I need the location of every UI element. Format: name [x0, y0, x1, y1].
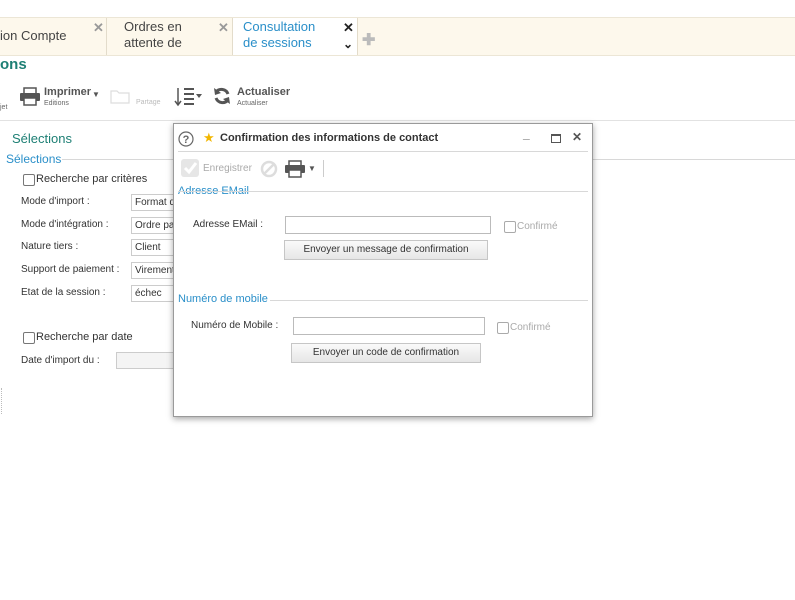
mobile-group-divider — [270, 300, 588, 301]
tab-bar: ion Compte ✕ Ordres en attente de ✕ Cons… — [0, 17, 795, 56]
mobile-confirmed-checkbox[interactable] — [497, 322, 509, 334]
refresh-button[interactable] — [212, 86, 232, 109]
date-import-label: Date d'import du : — [21, 355, 100, 366]
etat-session-select[interactable]: échec — [131, 285, 176, 302]
mobile-label: Numéro de Mobile : — [191, 320, 279, 331]
forbidden-icon[interactable] — [260, 160, 278, 181]
email-label: Adresse EMail : — [193, 219, 264, 230]
tab-label: Ordres en attente de — [124, 19, 182, 50]
criteria-checkbox-label: Recherche par critères — [36, 173, 148, 185]
etat-session-label: Etat de la session : — [21, 287, 106, 298]
send-email-confirmation-button[interactable]: Envoyer un message de confirmation — [284, 240, 488, 260]
selections-subheading: Sélections — [6, 152, 62, 166]
date-checkbox-label: Recherche par date — [36, 331, 133, 343]
mode-integration-select[interactable]: Ordre pa — [131, 217, 176, 234]
mobile-group-title: Numéro de mobile — [178, 293, 268, 305]
sort-button[interactable] — [174, 86, 204, 111]
email-confirmed-checkbox[interactable] — [504, 221, 516, 233]
help-icon[interactable]: ? — [178, 131, 194, 150]
contact-confirmation-dialog: ? ★ Confirmation des informations de con… — [173, 123, 593, 417]
refresh-label: Actualiser — [237, 86, 291, 98]
svg-text:?: ? — [183, 134, 190, 146]
page-title: ons — [0, 56, 27, 73]
mobile-input[interactable] — [293, 317, 485, 335]
mode-import-label: Mode d'import : — [21, 196, 90, 207]
mode-import-select[interactable]: Format d — [131, 194, 176, 211]
share-button[interactable] — [110, 88, 130, 107]
criteria-checkbox[interactable] — [23, 174, 35, 186]
dialog-title: Confirmation des informations de contact — [220, 132, 439, 144]
support-paiement-select[interactable]: Virement — [131, 262, 176, 279]
save-button[interactable] — [180, 158, 200, 181]
nature-tiers-label: Nature tiers : — [21, 241, 79, 252]
share-label: Partage — [136, 99, 161, 106]
star-icon: ★ — [203, 130, 215, 145]
header-divider — [0, 120, 795, 121]
toolbar-separator — [323, 160, 324, 177]
save-label: Enregistrer — [203, 163, 252, 174]
chevron-down-icon[interactable]: ▼ — [92, 90, 100, 99]
chevron-down-icon[interactable]: ▼ — [308, 164, 316, 173]
plus-icon[interactable]: ✚ — [362, 30, 375, 50]
tab-label: Consultation de sessions — [243, 19, 316, 50]
print-label: Imprimer — [44, 86, 92, 98]
email-input[interactable] — [285, 216, 491, 234]
print-button[interactable] — [19, 86, 41, 109]
date-import-input[interactable] — [116, 352, 176, 369]
date-checkbox[interactable] — [23, 332, 35, 344]
selections-heading: Sélections — [12, 131, 72, 146]
printer-icon[interactable] — [285, 160, 305, 181]
close-icon[interactable]: ✕ — [93, 20, 104, 36]
mobile-confirmed-label: Confirmé — [510, 322, 551, 333]
mode-integration-label: Mode d'intégration : — [21, 219, 109, 230]
close-icon[interactable]: ✕ — [572, 130, 582, 144]
close-icon[interactable]: ✕ — [218, 20, 229, 36]
check-icon — [181, 159, 199, 177]
support-paiement-label: Support de paiement : — [21, 264, 120, 275]
printer-icon — [20, 87, 40, 106]
tab-label: ion Compte — [0, 28, 67, 43]
resize-handle[interactable] — [1, 388, 3, 414]
tab-ordres[interactable]: Ordres en attente de ✕ — [107, 18, 233, 55]
tab-consultation[interactable]: Consultation de sessions ✕ ⌄ — [233, 18, 358, 55]
minimize-icon[interactable]: _ — [523, 127, 530, 141]
close-icon[interactable]: ✕ — [343, 20, 354, 36]
sort-icon — [174, 88, 202, 107]
tab-compte[interactable]: ion Compte ✕ — [0, 18, 107, 55]
objet-button[interactable]: jet — [0, 98, 7, 112]
title-divider — [178, 151, 588, 152]
refresh-icon — [214, 87, 230, 105]
email-confirmed-label: Confirmé — [517, 221, 558, 232]
chevron-down-icon[interactable]: ⌄ — [343, 37, 353, 51]
refresh-sub-label: Actualiser — [237, 100, 268, 107]
nature-tiers-select[interactable]: Client — [131, 239, 176, 256]
maximize-icon[interactable] — [551, 134, 561, 143]
send-mobile-code-button[interactable]: Envoyer un code de confirmation — [291, 343, 481, 363]
email-group-divider — [178, 191, 588, 192]
folder-icon — [110, 90, 130, 104]
objet-label: jet — [0, 104, 8, 111]
print-sub-label: Editions — [44, 100, 69, 107]
